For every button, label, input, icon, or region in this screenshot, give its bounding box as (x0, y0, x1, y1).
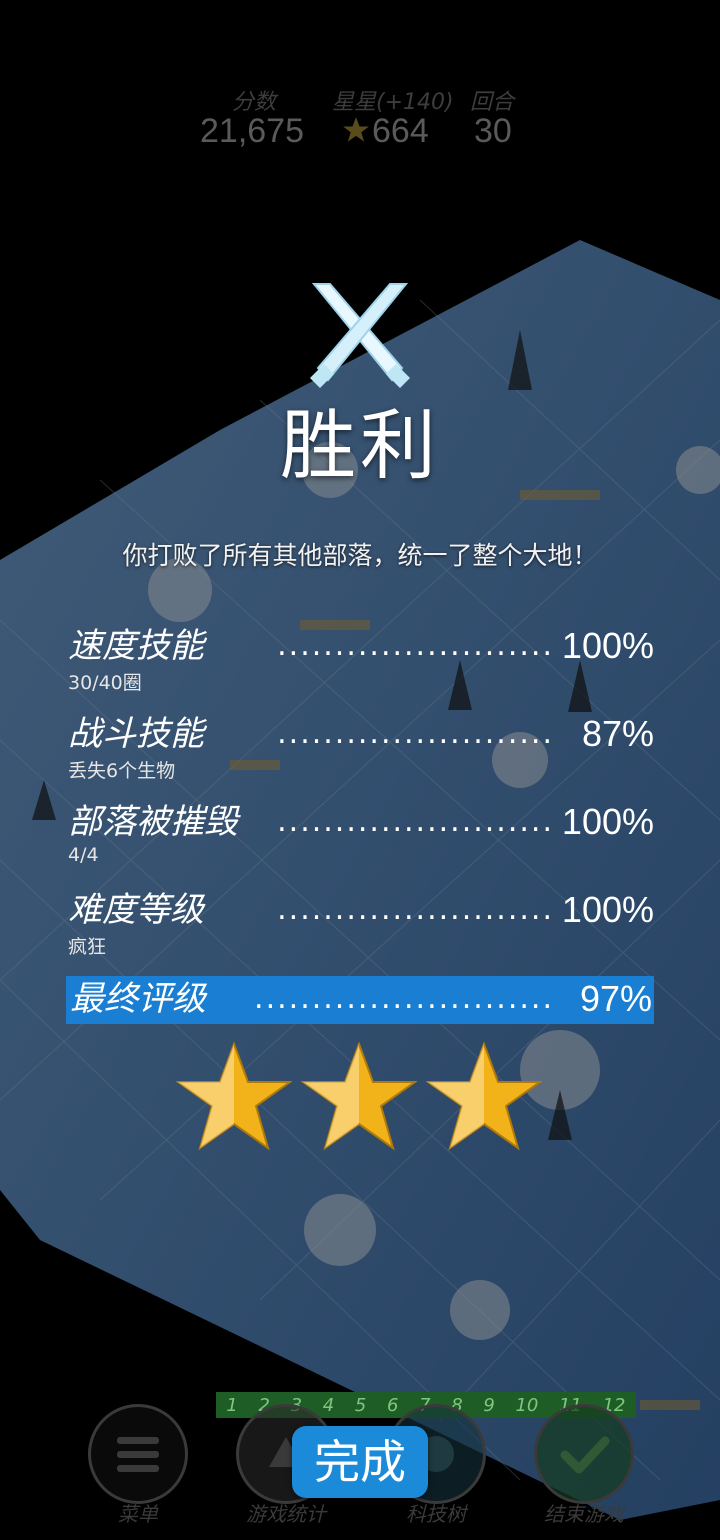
final-name: 最终评级 (70, 979, 206, 1019)
star-icon (301, 1042, 417, 1151)
turn-number: 10 (515, 1394, 539, 1416)
stat-percent: 100% (561, 889, 654, 930)
tech-tree-label: 科技树 (406, 1502, 466, 1526)
checkmark-icon (560, 1436, 610, 1474)
stat-detail: 疯狂 (68, 936, 107, 958)
turn-number: 5 (354, 1394, 367, 1416)
hamburger-menu-icon (117, 1437, 159, 1472)
stat-row-speed: ........................ 速度技能 100% 30/40… (68, 624, 654, 694)
stat-row-tribes: ........................ 部落被摧毁 100% 4/4 (68, 800, 654, 866)
stat-name: 战斗技能 (68, 714, 204, 754)
stat-percent: 87% (581, 713, 654, 754)
done-button[interactable]: 完成 (292, 1426, 428, 1498)
stat-name: 速度技能 (68, 626, 204, 666)
end-game-label: 结束游戏 (544, 1502, 624, 1526)
stat-detail: 4/4 (68, 844, 99, 866)
stat-name: 难度等级 (68, 890, 204, 930)
final-rating-row: .......................... 最终评级 97% (66, 976, 654, 1024)
star-icon (176, 1042, 292, 1151)
stat-row-combat: ........................ 战斗技能 87% 丢失6个生物 (68, 712, 654, 782)
victory-message: 你打败了所有其他部落，统一了整个大地！ (122, 541, 598, 570)
turn-number: 1 (226, 1394, 238, 1416)
turn-value: 30 (474, 112, 512, 150)
menu-label: 菜单 (118, 1502, 158, 1526)
final-percent: 97% (579, 978, 652, 1019)
stat-row-difficulty: ........................ 难度等级 100% 疯狂 (68, 888, 654, 958)
game-stats-label: 游戏统计 (246, 1502, 326, 1526)
stat-name: 部落被摧毁 (68, 802, 238, 842)
stars-value: 664 (372, 112, 429, 150)
stat-detail: 丢失6个生物 (68, 760, 176, 782)
victory-title: 胜利 (280, 401, 440, 490)
score-value: 21,675 (200, 112, 304, 150)
stat-percent: 100% (561, 801, 654, 842)
end-game-button[interactable] (534, 1404, 634, 1504)
menu-button[interactable] (88, 1404, 188, 1504)
crossed-swords-icon (310, 283, 410, 388)
star-icon (426, 1042, 542, 1151)
stat-percent: 100% (561, 625, 654, 666)
top-hud: 分数 21,675 星星(+140) 664 回合 30 (0, 78, 720, 158)
star-rating (176, 1042, 546, 1152)
star-icon (343, 117, 369, 142)
turn-number: 9 (483, 1394, 495, 1416)
stat-detail: 30/40圈 (68, 672, 142, 694)
